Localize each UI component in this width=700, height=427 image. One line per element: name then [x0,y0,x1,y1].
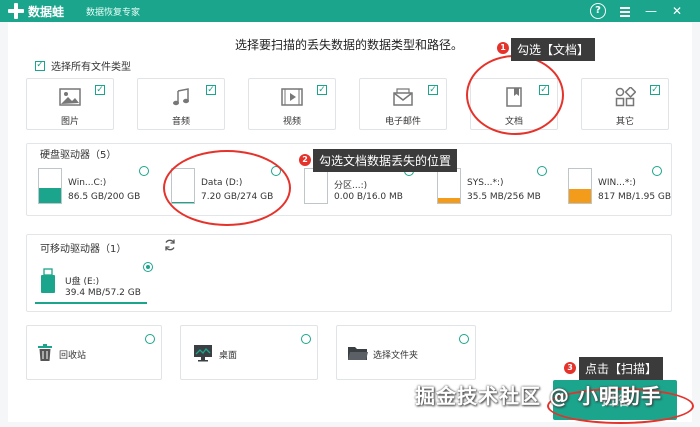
usb-size: 39.4 MB/57.2 GB [65,288,141,298]
location-desktop[interactable]: 桌面 [180,325,318,380]
annotation-number-1: 1 [497,42,509,54]
drive-icon [568,168,592,204]
file-type-label: 音频 [171,117,190,127]
trash-icon [38,344,52,361]
video-checkbox[interactable]: ✓ [317,85,327,95]
usb-icon [41,268,55,293]
email-checkbox[interactable]: ✓ [428,85,438,95]
file-type-video[interactable]: ✓ 视频 [248,78,336,130]
menu-icon[interactable] [617,3,633,19]
removable-title: 可移动驱动器（1） [40,244,127,255]
annotation-number-2: 2 [299,154,311,166]
recycle-bin-radio[interactable] [145,334,155,344]
file-type-label: 其它 [615,117,634,127]
music-icon [173,88,189,106]
usb-drive-e[interactable]: U盘 (E:) 39.4 MB/57.2 GB [35,260,147,304]
annotation-label-1: 勾选【文档】 [511,38,596,61]
mail-icon [393,88,413,106]
file-type-audio[interactable]: ✓ 音频 [137,78,225,130]
app-subtitle: 数据恢复专家 [86,8,141,18]
image-icon [59,88,81,106]
annotation-ellipse-1 [466,55,564,135]
location-label: 回收站 [59,351,87,361]
location-recycle-bin[interactable]: 回收站 [26,325,162,380]
audio-checkbox[interactable]: ✓ [206,85,216,95]
hard-drive-title: 硬盘驱动器（5） [40,150,117,161]
title-bar: 数据蛙 数据恢复专家 ? — ✕ [0,0,700,22]
app-logo-icon [8,3,24,19]
drive-c[interactable]: Win...C:) 86.5 GB/200 GB [38,168,178,208]
help-icon[interactable]: ? [590,3,606,19]
annotation-label-3: 点击【扫描】 [579,357,664,380]
location-label: 选择文件夹 [373,351,419,361]
refresh-icon[interactable] [163,238,177,252]
image-checkbox[interactable]: ✓ [95,85,105,95]
file-type-label: 视频 [282,117,301,127]
drive-size: 86.5 GB/200 GB [68,192,141,202]
drive-win[interactable]: WIN...*:) 817 MB/1.95 GB [568,168,700,208]
annotation-ellipse-2 [163,150,291,226]
annotation-label-2: 勾选文档数据丢失的位置 [313,149,458,172]
usb-drive-radio[interactable] [143,262,153,272]
video-icon [281,88,303,106]
drive-icon [437,168,461,204]
file-type-label: 电子邮件 [384,117,421,127]
drive-win-radio[interactable] [652,166,662,176]
location-label: 桌面 [219,351,238,361]
other-icon [615,87,636,107]
drive-c-radio[interactable] [139,166,149,176]
desktop-radio[interactable] [301,334,311,344]
location-folder[interactable]: 选择文件夹 [336,325,476,380]
drive-icon [304,168,328,204]
select-all-row[interactable]: ✓ 选择所有文件类型 [35,58,131,73]
drive-size: 0.00 B/16.0 MB [334,192,403,202]
select-all-label: 选择所有文件类型 [51,62,131,73]
drive-name: 分区...:) [334,181,368,191]
close-icon[interactable]: ✕ [669,3,685,19]
other-checkbox[interactable]: ✓ [650,85,660,95]
drive-sys[interactable]: SYS...*:) 35.5 MB/256 MB [437,168,577,208]
instruction-text: 选择要扫描的丢失数据的数据类型和路径。 [235,38,464,52]
file-type-image[interactable]: ✓ 图片 [26,78,114,130]
app-name: 数据蛙 [28,5,65,19]
drive-size: 35.5 MB/256 MB [467,192,541,202]
drive-name: WIN...*:) [598,178,636,188]
file-type-email[interactable]: ✓ 电子邮件 [359,78,447,130]
drive-name: Win...C:) [68,178,107,188]
drive-partition[interactable]: 分区...:) 0.00 B/16.0 MB [304,168,444,208]
drive-icon [38,168,62,204]
file-type-other[interactable]: ✓ 其它 [581,78,669,130]
drive-size: 817 MB/1.95 GB [598,192,672,202]
file-type-label: 图片 [60,117,79,127]
drive-name: SYS...*:) [467,178,504,188]
select-all-checkbox[interactable]: ✓ [35,60,45,71]
annotation-number-3: 3 [564,362,576,374]
watermark: 掘金技术社区 @ 小明助手 [415,384,662,408]
drive-sys-radio[interactable] [537,166,547,176]
desktop-icon [194,345,212,362]
minimize-icon[interactable]: — [643,3,659,19]
folder-radio[interactable] [459,334,469,344]
usb-name: U盘 (E:) [65,277,100,287]
folder-icon [348,347,368,360]
